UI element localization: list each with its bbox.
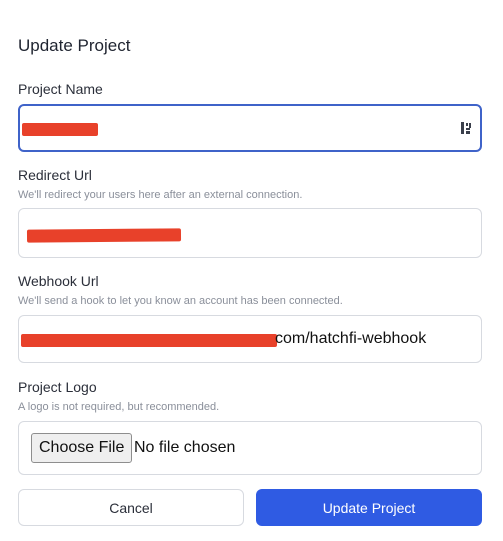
project-name-label: Project Name [18, 81, 103, 97]
choose-file-button[interactable]: Choose File [31, 433, 133, 463]
redaction-mark [26, 228, 182, 243]
project-logo-help: A logo is not required, but recommended. [18, 401, 220, 413]
file-status: No file chosen [134, 439, 236, 456]
redaction-mark [22, 123, 98, 136]
update-project-button[interactable]: Update Project [256, 489, 482, 526]
password-manager-icon[interactable] [460, 121, 472, 135]
webhook-url-label: Webhook Url [18, 273, 99, 289]
webhook-url-value: com/hatchfi-webhook [275, 330, 427, 347]
webhook-url-help: We'll send a hook to let you know an acc… [18, 295, 343, 307]
redirect-url-input[interactable] [18, 208, 482, 258]
page-title: Update Project [18, 36, 131, 55]
redirect-url-help: We'll redirect your users here after an … [18, 189, 303, 201]
redirect-url-label: Redirect Url [18, 167, 92, 183]
project-logo-label: Project Logo [18, 379, 97, 395]
project-logo-file-input[interactable]: Choose File No file chosen [18, 421, 482, 475]
webhook-url-input[interactable]: com/hatchfi-webhook [18, 315, 482, 363]
project-name-input[interactable] [18, 104, 482, 152]
redaction-mark [21, 334, 277, 347]
cancel-button[interactable]: Cancel [18, 489, 244, 526]
